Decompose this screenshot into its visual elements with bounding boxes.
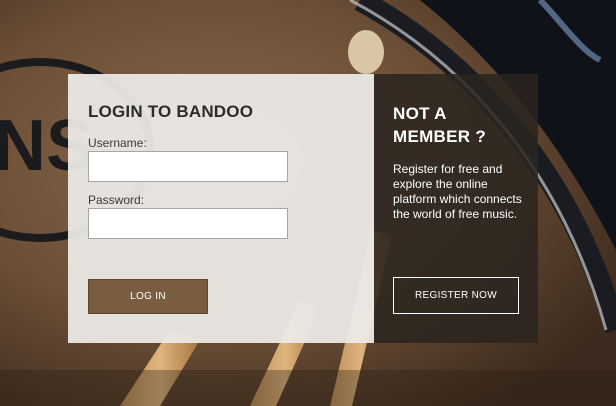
login-button[interactable]: LOG IN <box>88 279 208 314</box>
login-panel: LOGIN TO BANDOO Username: Password: LOG … <box>68 74 374 343</box>
register-now-button[interactable]: REGISTER NOW <box>393 277 519 314</box>
username-input[interactable] <box>88 151 288 182</box>
register-panel: NOT A MEMBER ? Register for free and exp… <box>374 74 538 343</box>
password-input[interactable] <box>88 208 288 239</box>
login-title: LOGIN TO BANDOO <box>88 102 254 121</box>
password-label: Password: <box>88 193 145 207</box>
username-label: Username: <box>88 136 147 150</box>
register-description: Register for free and explore the online… <box>393 162 522 221</box>
register-title: NOT A MEMBER ? <box>393 104 487 146</box>
login-card: LOGIN TO BANDOO Username: Password: LOG … <box>68 74 538 343</box>
